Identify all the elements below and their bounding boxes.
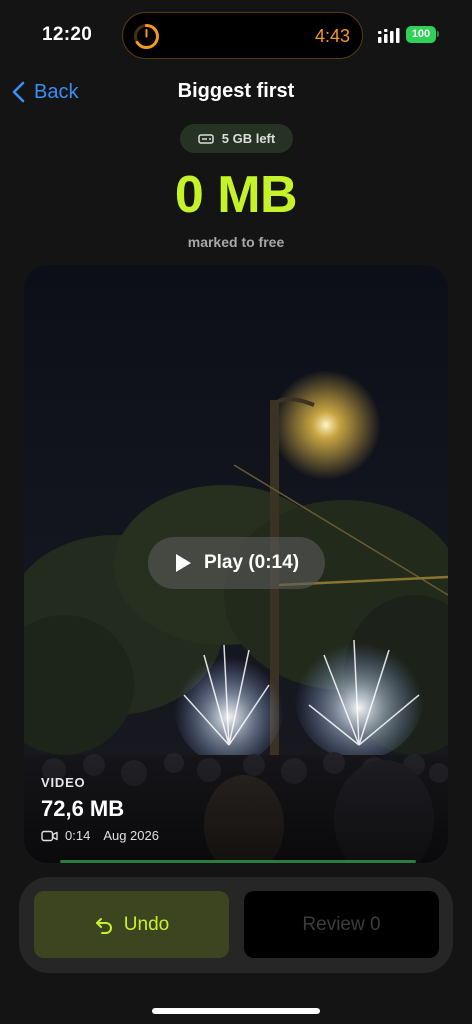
status-time: 12:20 xyxy=(42,24,93,45)
page-title: Biggest first xyxy=(177,80,295,102)
media-duration: 0:14 xyxy=(65,828,91,843)
storage-remaining-badge: 5 GB left xyxy=(180,124,293,153)
undo-label: Undo xyxy=(123,913,170,935)
island-timer: 4:43 xyxy=(314,26,350,46)
timer-ring-icon xyxy=(134,24,159,49)
review-button[interactable]: Review 0 xyxy=(244,891,439,958)
play-icon xyxy=(175,554,191,572)
media-size-label: 72,6 MB xyxy=(41,796,125,821)
navigation-bar: Back Biggest first xyxy=(0,72,472,112)
battery-tip xyxy=(437,31,439,37)
review-label: Review 0 xyxy=(302,913,381,935)
action-bar: Undo Review 0 xyxy=(19,877,453,973)
card-stack-indicator xyxy=(60,860,416,863)
media-meta-row: 0:14 Aug 2026 xyxy=(41,828,159,843)
media-card[interactable]: Play (0:14) VIDEO 72,6 MB 0:14 Aug 2026 xyxy=(24,265,448,863)
drive-icon xyxy=(198,133,214,144)
freed-amount: 0 MB xyxy=(174,166,298,224)
media-date: Aug 2026 xyxy=(103,828,159,843)
undo-button[interactable]: Undo xyxy=(34,891,229,958)
media-type-label: VIDEO xyxy=(41,775,86,790)
undo-icon xyxy=(95,917,112,934)
freed-caption: marked to free xyxy=(187,234,285,250)
battery-icon: 100 xyxy=(406,26,436,43)
status-bar: 12:20 4:43 100 xyxy=(0,0,472,70)
play-label: Play (0:14) xyxy=(203,552,300,573)
play-button[interactable]: Play (0:14) xyxy=(148,537,325,589)
dynamic-island[interactable]: 4:43 xyxy=(122,12,363,59)
home-indicator[interactable] xyxy=(152,1008,320,1014)
cellular-signal-icon xyxy=(378,28,400,43)
storage-left-label: 5 GB left xyxy=(221,131,276,146)
video-camera-icon xyxy=(41,830,58,841)
